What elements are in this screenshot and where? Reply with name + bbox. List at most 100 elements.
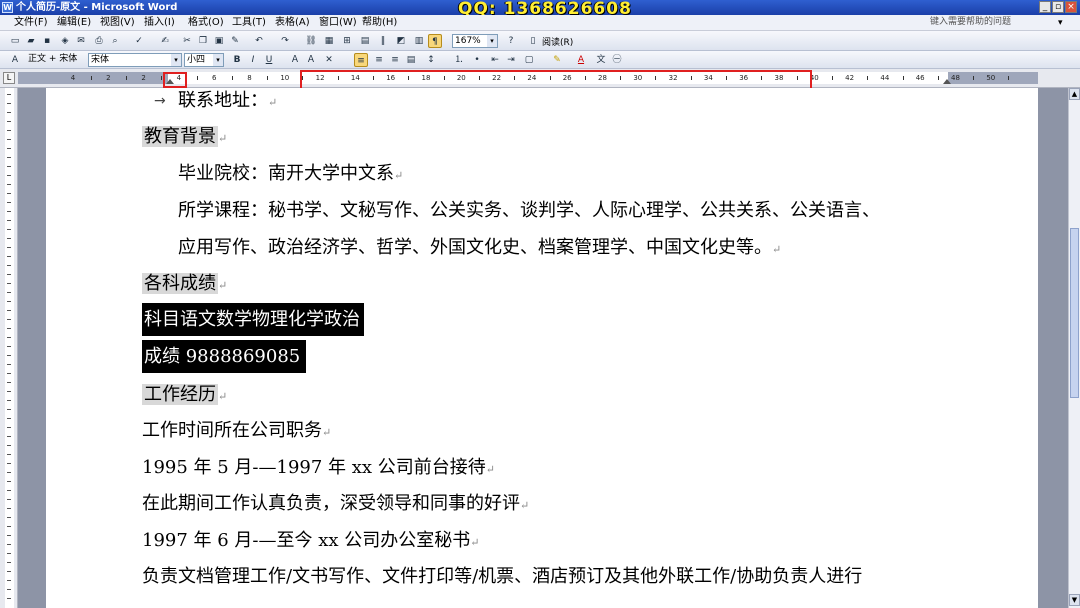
menu-file[interactable]: 文件(F)	[12, 15, 50, 31]
menu-help[interactable]: 帮助(H)	[360, 15, 399, 31]
tab-selector[interactable]: L	[3, 72, 15, 84]
print-preview-icon[interactable]: ⌕	[108, 34, 122, 48]
vertical-ruler-tick	[7, 337, 11, 338]
char-shading-icon[interactable]: Ａ	[304, 53, 318, 67]
job1-line[interactable]: 1995 年 5 月-—1997 年 xx 公司前台接待↵	[142, 455, 495, 483]
vertical-ruler-tick	[7, 373, 11, 374]
copy-icon[interactable]: ❐	[196, 34, 210, 48]
hyperlink-icon[interactable]: ⛓	[304, 34, 318, 48]
vertical-ruler-tick	[7, 220, 11, 221]
menu-table[interactable]: 表格(A)	[273, 15, 312, 31]
paste-icon[interactable]: ▣	[212, 34, 226, 48]
bullets-icon[interactable]: •	[470, 53, 484, 67]
cut-icon[interactable]: ✂	[180, 34, 194, 48]
help-search-input[interactable]: 键入需要帮助的问题	[930, 16, 1070, 29]
job1-desc-line[interactable]: 在此期间工作认真负责，深受领导和同事的好评↵	[142, 491, 529, 519]
font-size-select[interactable]: 小四 ▾	[184, 53, 224, 67]
grades-subjects-line[interactable]: 科目语文数学物理化学政治	[142, 303, 364, 336]
chevron-down-icon[interactable]: ▾	[171, 54, 181, 66]
vertical-ruler-tick	[7, 283, 11, 284]
insert-table-icon[interactable]: ⊞	[340, 34, 354, 48]
work-heading[interactable]: 工作经历 ↵	[142, 382, 227, 410]
reading-button[interactable]: 阅读(R)	[542, 35, 573, 48]
courses-line-2[interactable]: 应用写作、政治经济学、哲学、外国文化史、档案管理学、中国文化史等。↵	[178, 235, 781, 263]
restore-button[interactable]: ▫	[1052, 1, 1064, 13]
menu-tools[interactable]: 工具(T)	[230, 15, 268, 31]
school-line[interactable]: 毕业院校：南开大学中文系↵	[178, 161, 403, 189]
grades-scores-line[interactable]: 成绩 9888869085	[142, 340, 307, 373]
minimize-button[interactable]: _	[1039, 1, 1051, 13]
reading-layout-icon[interactable]: ▯	[526, 34, 540, 48]
grades-heading[interactable]: 各科成绩 ↵	[142, 271, 227, 299]
close-button[interactable]: ×	[1065, 1, 1077, 13]
line-spacing-icon[interactable]: ↕	[424, 53, 438, 67]
address-line[interactable]: 联系地址：↵	[178, 88, 277, 116]
enclose-char-icon[interactable]: ㊀	[610, 53, 624, 67]
distribute-icon[interactable]: ▤	[404, 53, 418, 67]
chevron-down-icon[interactable]: ▾	[213, 54, 223, 66]
chevron-down-icon[interactable]: ▾	[1058, 15, 1063, 31]
vertical-ruler-tick	[7, 130, 11, 131]
job2-desc-line[interactable]: 负责文档管理工作/文书写作、文件打印等/机票、酒店预订及其他外联工作/协助负责人…	[142, 564, 862, 590]
save-icon[interactable]: ▪	[40, 34, 54, 48]
job2-line[interactable]: 1997 年 6 月-—至今 xx 公司办公室秘书↵	[142, 528, 479, 556]
vertical-ruler[interactable]	[0, 88, 18, 608]
bold-button[interactable]: B	[230, 53, 244, 67]
document-page[interactable]: → 联系地址：↵ 教育背景 ↵ 毕业院校：南开大学中文系↵ 所学课程：秘书学、文秘…	[46, 88, 1038, 608]
standard-toolbar: ▭ ▰ ▪ ◈ ✉ ⎙ ⌕ ✓ ✍ ✂ ❐ ▣ ✎ ↶ ↷ ⛓ ▦ ⊞ ▤ ‖ …	[0, 31, 1080, 51]
document-map-icon[interactable]: ▥	[412, 34, 426, 48]
menu-view[interactable]: 视图(V)	[98, 15, 137, 31]
drawing-icon[interactable]: ◩	[394, 34, 408, 48]
undo-icon[interactable]: ↶	[252, 34, 266, 48]
vertical-ruler-tick	[7, 355, 11, 356]
education-heading[interactable]: 教育背景 ↵	[142, 124, 227, 152]
format-painter-icon[interactable]: ✎	[228, 34, 242, 48]
align-right-icon[interactable]: ≡	[388, 53, 402, 67]
help-icon[interactable]: ?	[504, 34, 518, 48]
right-indent-marker[interactable]	[943, 79, 951, 84]
show-hide-icon[interactable]: ¶	[428, 34, 442, 48]
menu-format[interactable]: 格式(O)	[186, 15, 226, 31]
char-border-icon[interactable]: Ａ	[288, 53, 302, 67]
menu-edit[interactable]: 编辑(E)	[55, 15, 93, 31]
font-color-icon[interactable]: A	[574, 53, 588, 67]
zoom-select[interactable]: 167% ▾	[452, 34, 498, 48]
align-justify-icon[interactable]: ≡	[354, 53, 368, 67]
columns-icon[interactable]: ‖	[376, 34, 390, 48]
decrease-indent-icon[interactable]: ⇤	[488, 53, 502, 67]
scroll-down-icon[interactable]: ▼	[1069, 594, 1080, 606]
char-scale-icon[interactable]: ✕	[322, 53, 336, 67]
work-columns-line[interactable]: 工作时间所在公司职务↵	[142, 418, 331, 446]
insert-excel-icon[interactable]: ▤	[358, 34, 372, 48]
menu-window[interactable]: 窗口(W)	[317, 15, 359, 31]
underline-button[interactable]: U	[262, 53, 276, 67]
scroll-up-icon[interactable]: ▲	[1069, 88, 1080, 100]
research-icon[interactable]: ✍	[158, 34, 172, 48]
phonetic-guide-icon[interactable]: 文	[594, 53, 608, 67]
italic-button[interactable]: I	[246, 53, 260, 67]
courses-line-1[interactable]: 所学课程：秘书学、文秘写作、公关实务、谈判学、人际心理学、公共关系、公关语言、	[178, 198, 880, 224]
style-select[interactable]: 正文 + 宋体	[26, 53, 86, 67]
paragraph-mark-icon: ↵	[218, 390, 228, 403]
menu-insert[interactable]: 插入(I)	[142, 15, 177, 31]
ruler-tick	[125, 76, 127, 80]
increase-indent-icon[interactable]: ⇥	[504, 53, 518, 67]
new-document-icon[interactable]: ▭	[8, 34, 22, 48]
spelling-icon[interactable]: ✓	[132, 34, 146, 48]
borders-icon[interactable]: ▢	[522, 53, 536, 67]
styles-icon[interactable]: A	[8, 53, 22, 67]
highlight-icon[interactable]: ✎	[550, 53, 564, 67]
email-icon[interactable]: ✉	[74, 34, 88, 48]
print-icon[interactable]: ⎙	[92, 34, 106, 48]
align-center-icon[interactable]: ≡	[372, 53, 386, 67]
font-select[interactable]: 宋体 ▾	[88, 53, 182, 67]
vertical-scrollbar[interactable]: ▲ ▼	[1068, 88, 1080, 608]
tables-borders-icon[interactable]: ▦	[322, 34, 336, 48]
numbering-icon[interactable]: ⒈	[452, 53, 466, 67]
scrollbar-thumb[interactable]	[1070, 228, 1079, 398]
permission-icon[interactable]: ◈	[58, 34, 72, 48]
open-folder-icon[interactable]: ▰	[24, 34, 38, 48]
redo-icon[interactable]: ↷	[278, 34, 292, 48]
word-app-icon[interactable]: W	[2, 2, 13, 13]
chevron-down-icon[interactable]: ▾	[487, 35, 497, 47]
